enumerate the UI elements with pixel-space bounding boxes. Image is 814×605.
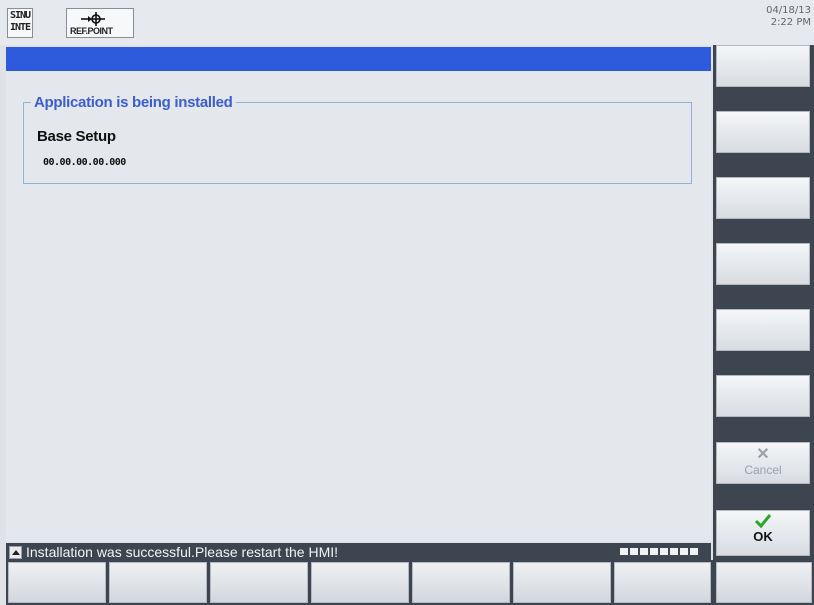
ref-point-button[interactable]: REF.POINT xyxy=(66,8,134,38)
date-text: 04/18/13 xyxy=(766,5,811,16)
vertical-softkey-bar: ✕ Cancel OK xyxy=(713,45,814,560)
sinumerik-logo-button[interactable]: SINU INTE xyxy=(7,8,33,38)
horizontal-softkey-2[interactable] xyxy=(109,562,207,603)
vertical-softkey-2[interactable] xyxy=(716,111,810,153)
vertical-softkey-1[interactable] xyxy=(716,45,810,87)
vertical-softkey-4[interactable] xyxy=(716,243,810,285)
date-time: 04/18/13 2:22 PM xyxy=(766,5,811,29)
cancel-button[interactable]: ✕ Cancel xyxy=(716,442,810,484)
ref-point-icon xyxy=(81,12,105,26)
vertical-softkey-5[interactable] xyxy=(716,309,810,351)
vertical-softkey-3[interactable] xyxy=(716,177,810,219)
vertical-softkey-6[interactable] xyxy=(716,375,810,417)
cancel-x-icon: ✕ xyxy=(756,446,770,463)
ref-point-label: REF.POINT xyxy=(70,26,113,36)
checkmark-icon xyxy=(754,514,772,529)
chevron-up-icon[interactable] xyxy=(9,546,22,559)
horizontal-softkey-bar xyxy=(6,560,814,605)
progress-indicator xyxy=(620,548,698,555)
logo-text: SINU INTE xyxy=(10,10,31,33)
horizontal-softkey-6[interactable] xyxy=(513,562,611,603)
horizontal-softkey-1[interactable] xyxy=(8,562,106,603)
horizontal-softkey-5[interactable] xyxy=(412,562,510,603)
application-name: Base Setup xyxy=(37,128,116,145)
dialog-title-bar xyxy=(6,47,711,71)
horizontal-softkey-8[interactable] xyxy=(716,562,812,603)
time-text: 2:22 PM xyxy=(770,17,811,28)
header-bar: SINU INTE REF.POINT 04/18/13 2:22 PM xyxy=(0,0,814,45)
status-bar: Installation was successful.Please resta… xyxy=(6,543,711,561)
status-message: Installation was successful.Please resta… xyxy=(26,544,339,560)
groupbox-title: Application is being installed xyxy=(31,94,236,111)
application-version: 00.00.00.00.000 xyxy=(43,157,126,168)
horizontal-softkey-3[interactable] xyxy=(210,562,308,603)
horizontal-softkey-4[interactable] xyxy=(311,562,409,603)
horizontal-softkey-7[interactable] xyxy=(614,562,711,603)
ok-label: OK xyxy=(753,529,773,544)
install-groupbox xyxy=(23,102,692,184)
ok-button[interactable]: OK xyxy=(716,510,810,556)
cancel-label: Cancel xyxy=(744,463,782,477)
